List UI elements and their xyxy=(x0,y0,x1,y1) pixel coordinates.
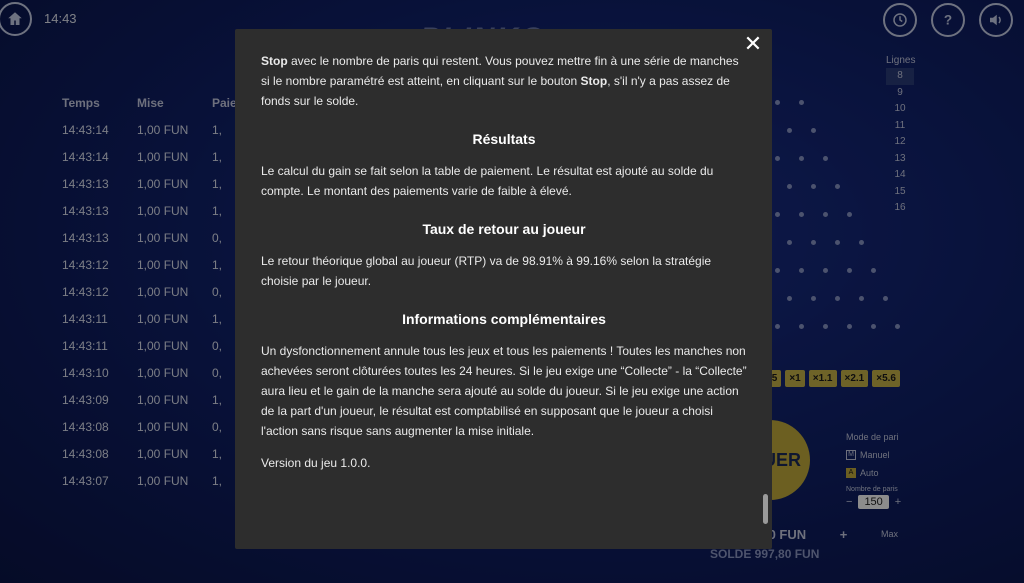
results-heading: Résultats xyxy=(472,131,536,147)
rules-modal: ✕ Stop avec le nombre de paris qui reste… xyxy=(235,29,772,549)
intro-bold-2: Stop xyxy=(580,74,608,88)
intro-bold-1: Stop xyxy=(261,54,288,68)
info-paragraph: Un dysfonctionnement annule tous les jeu… xyxy=(261,344,747,438)
rtp-heading: Taux de retour au joueur xyxy=(422,221,586,237)
intro-paragraph: Stop avec le nombre de paris qui restent… xyxy=(261,51,747,111)
rules-content: Stop avec le nombre de paris qui restent… xyxy=(261,51,747,473)
modal-scrollbar[interactable] xyxy=(763,494,768,524)
results-paragraph: Le calcul du gain se fait selon la table… xyxy=(261,164,714,198)
info-heading: Informations complémentaires xyxy=(402,311,606,327)
rtp-paragraph: Le retour théorique global au joueur (RT… xyxy=(261,254,712,288)
version-text: Version du jeu 1.0.0. xyxy=(261,456,371,470)
